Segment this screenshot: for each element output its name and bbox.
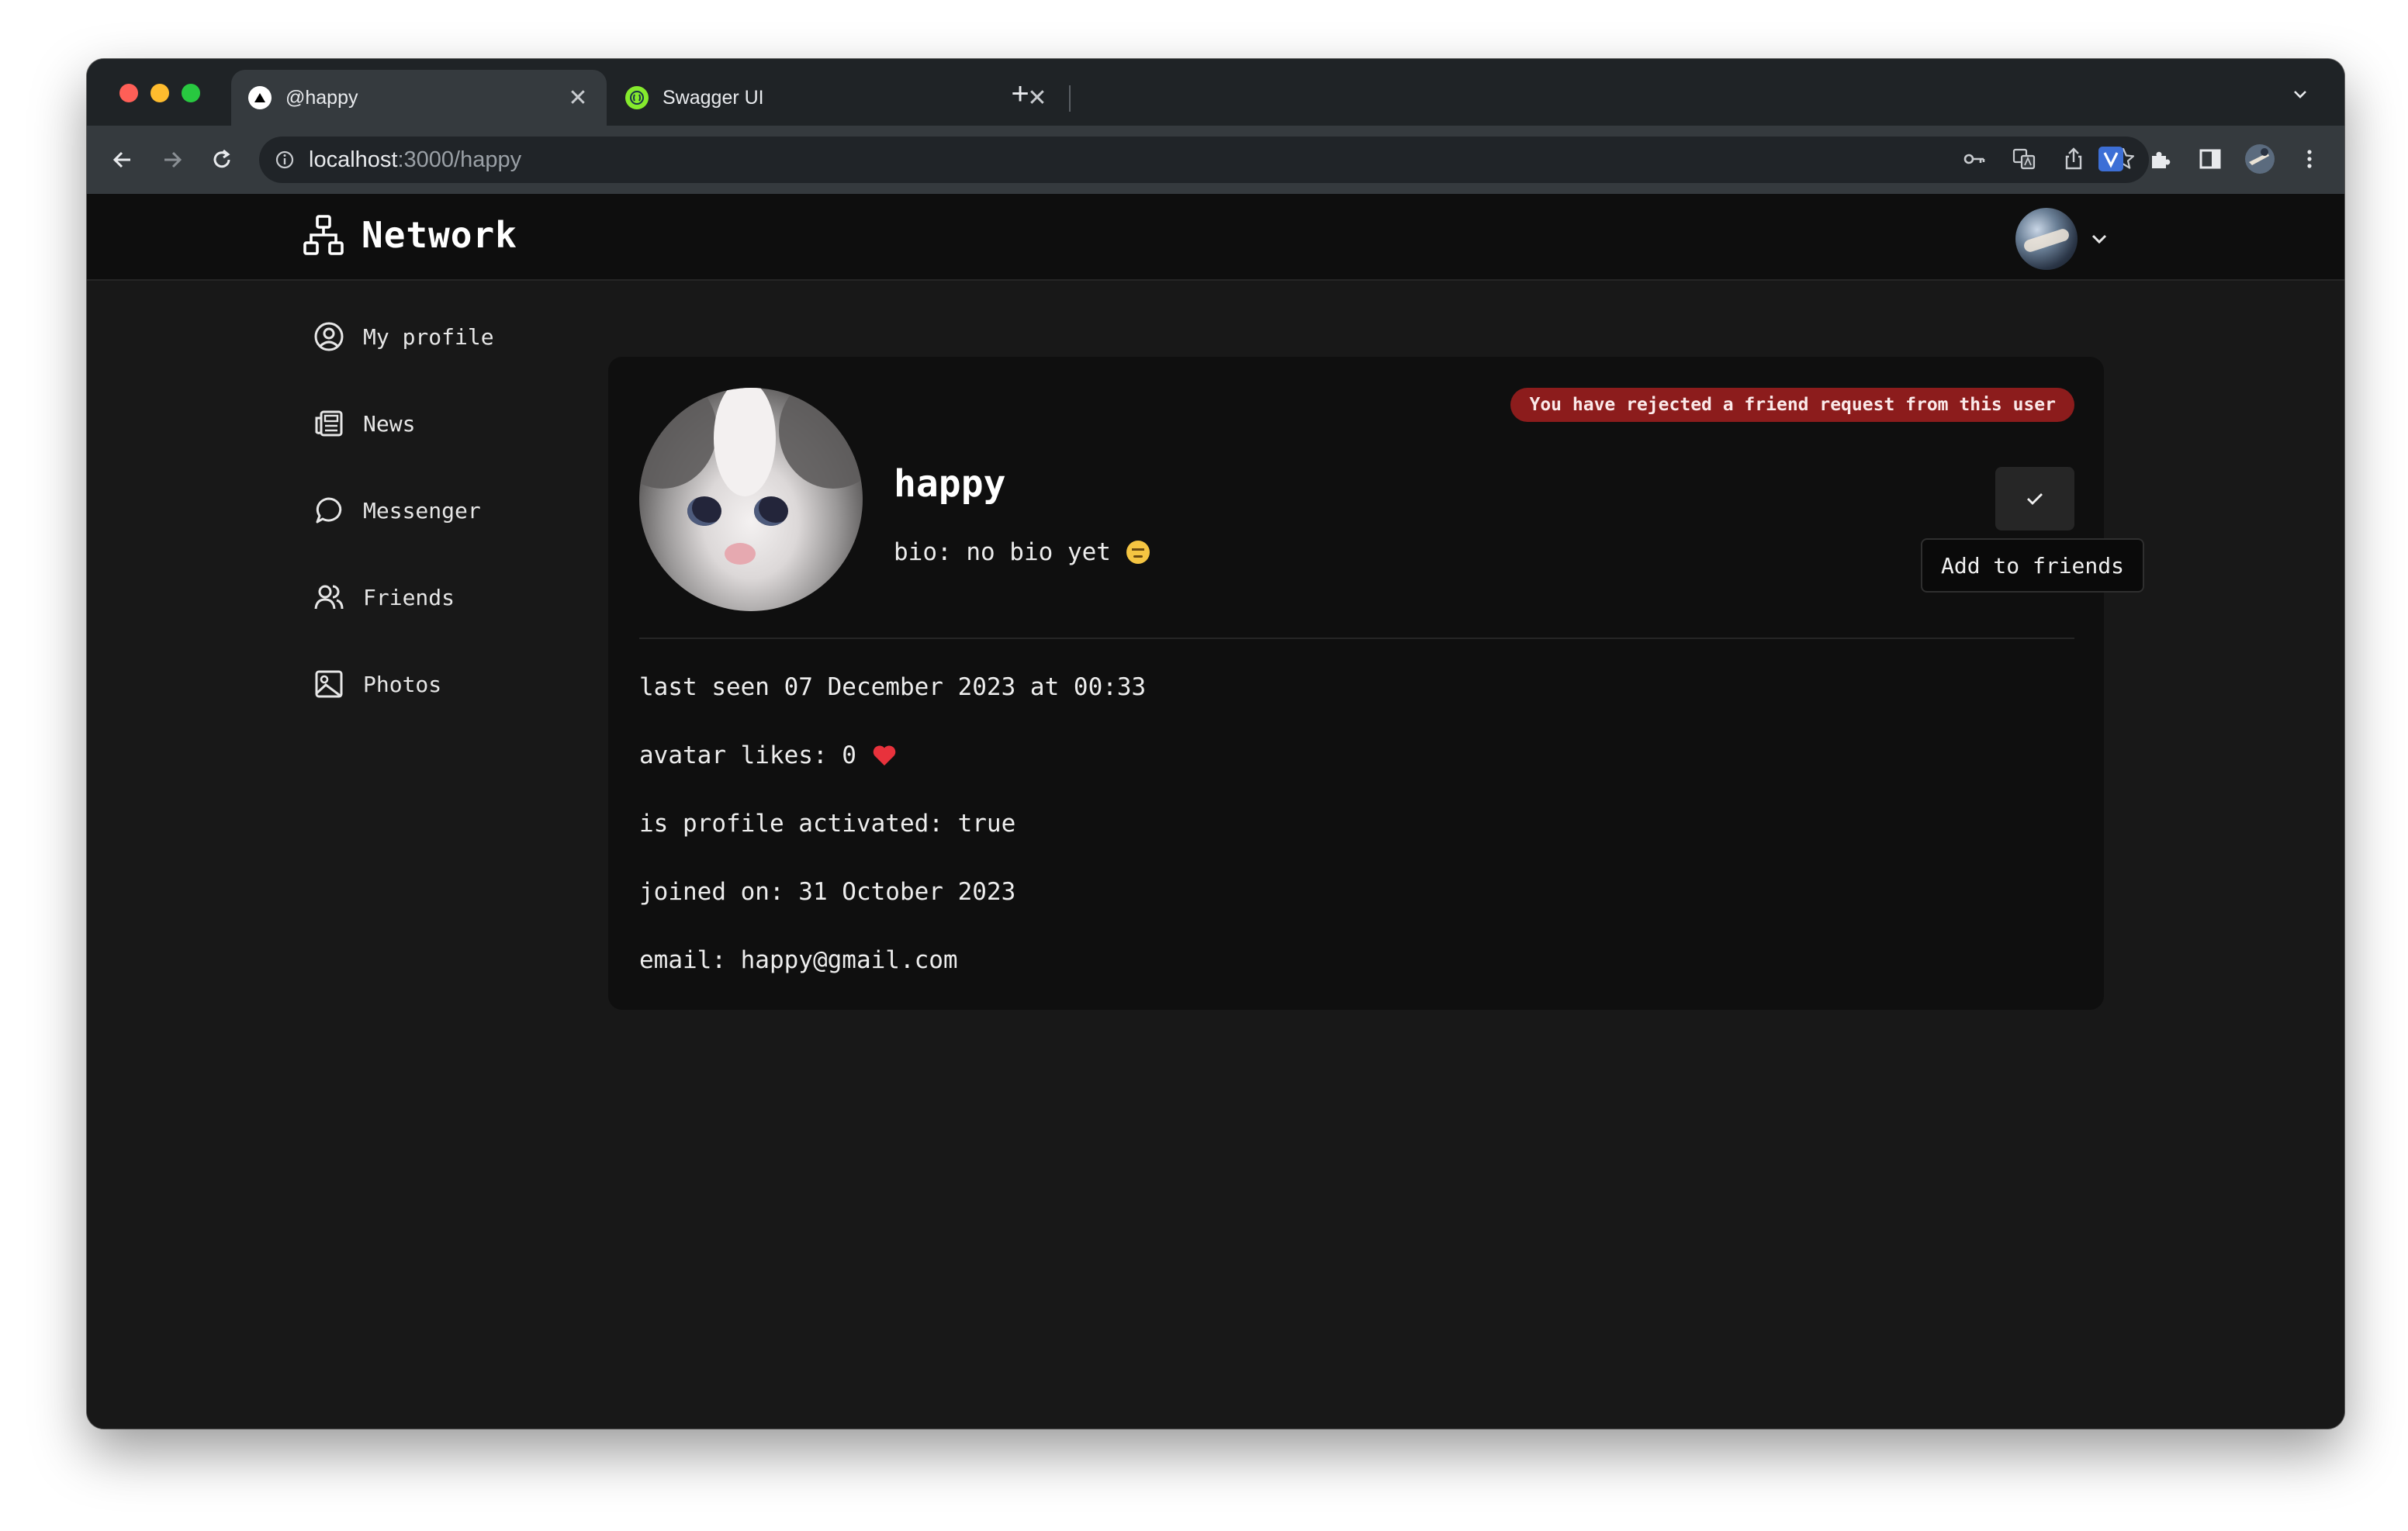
profile-activated: is profile activated: true bbox=[639, 810, 1016, 838]
network-icon bbox=[303, 215, 344, 255]
profile-bio: bio: no bio yet bbox=[894, 538, 1150, 566]
side-panel-icon[interactable] bbox=[2194, 141, 2226, 177]
new-tab-button[interactable]: + bbox=[1001, 74, 1040, 113]
brand-logo[interactable]: Network bbox=[303, 214, 517, 256]
browser-window: @happy ✕ Swagger UI ✕ + localhost:3000/h… bbox=[87, 59, 2344, 1429]
tab-title: Swagger UI bbox=[663, 86, 764, 109]
tab-happy[interactable]: @happy ✕ bbox=[231, 70, 607, 126]
minimize-window-button[interactable] bbox=[150, 84, 169, 102]
image-icon bbox=[315, 670, 343, 698]
close-window-button[interactable] bbox=[119, 84, 138, 102]
translate-icon[interactable] bbox=[2009, 144, 2039, 174]
add-to-friends-button[interactable] bbox=[1995, 467, 2074, 530]
sidebar-item-label: Friends bbox=[363, 584, 455, 610]
users-icon bbox=[314, 585, 344, 610]
tab-swagger[interactable]: Swagger UI ✕ bbox=[608, 70, 1066, 126]
site-info-icon[interactable] bbox=[273, 148, 296, 171]
tab-separator bbox=[1069, 85, 1071, 112]
status-badge: You have rejected a friend request from … bbox=[1510, 388, 2074, 422]
sidebar-item-my-profile[interactable]: My profile bbox=[313, 293, 593, 380]
sidebar-item-label: My profile bbox=[363, 323, 494, 350]
zoom-window-button[interactable] bbox=[182, 84, 200, 102]
last-seen: last seen 07 December 2023 at 00:33 bbox=[639, 673, 1147, 701]
url-text: localhost:3000/happy bbox=[309, 147, 522, 172]
app-header: Network bbox=[87, 194, 2344, 281]
chevron-down-icon[interactable] bbox=[2088, 228, 2110, 250]
password-key-icon[interactable] bbox=[1960, 144, 1989, 174]
brand-name: Network bbox=[362, 214, 517, 256]
user-avatar[interactable] bbox=[2015, 208, 2078, 270]
sidebar-item-label: News bbox=[363, 410, 416, 437]
heart-icon bbox=[873, 745, 896, 766]
avatar-likes: avatar likes: 0 bbox=[639, 721, 1146, 790]
browser-menu-icon[interactable] bbox=[2293, 141, 2326, 177]
tab-search-chevron-icon[interactable] bbox=[2287, 81, 2313, 107]
joined-date: joined on: 31 October 2023 bbox=[639, 878, 1016, 906]
profile-card: happy bio: no bio yet You have rejected … bbox=[608, 357, 2144, 1010]
swagger-icon bbox=[625, 86, 649, 109]
profile-details: last seen 07 December 2023 at 00:33 avat… bbox=[639, 653, 1146, 994]
sidebar-item-messenger[interactable]: Messenger bbox=[313, 467, 593, 554]
sidebar-item-label: Messenger bbox=[363, 497, 481, 524]
share-icon[interactable] bbox=[2059, 144, 2088, 174]
tab-strip: @happy ✕ Swagger UI ✕ + bbox=[87, 59, 2344, 126]
check-icon bbox=[2027, 493, 2043, 505]
profile-avatar[interactable] bbox=[639, 388, 863, 611]
close-tab-icon[interactable]: ✕ bbox=[566, 85, 590, 112]
forward-button[interactable] bbox=[154, 141, 191, 178]
tab-title: @happy bbox=[285, 86, 358, 109]
reload-button[interactable] bbox=[203, 141, 240, 178]
sidebar-item-photos[interactable]: Photos bbox=[313, 641, 593, 727]
extensions-puzzle-icon[interactable] bbox=[2144, 141, 2177, 177]
pensive-face-emoji-icon bbox=[1126, 541, 1150, 564]
user-circle-icon bbox=[314, 322, 344, 351]
profile-username: happy bbox=[894, 462, 1006, 506]
sidebar-item-label: Photos bbox=[363, 671, 442, 697]
user-menu[interactable] bbox=[2015, 208, 2110, 270]
back-button[interactable] bbox=[104, 141, 141, 178]
sidebar-item-news[interactable]: News bbox=[313, 380, 593, 467]
newspaper-icon bbox=[315, 410, 343, 437]
sidebar: My profile News Messenger Friends Photos bbox=[313, 293, 593, 727]
divider bbox=[639, 638, 2074, 639]
address-bar[interactable]: localhost:3000/happy bbox=[259, 137, 2149, 183]
app-page: Network My profile News Messenger Friend… bbox=[87, 194, 2344, 1429]
message-icon bbox=[316, 497, 342, 524]
sidebar-item-friends[interactable]: Friends bbox=[313, 554, 593, 641]
vercel-triangle-icon bbox=[248, 86, 272, 109]
v-extension-icon[interactable] bbox=[2095, 141, 2127, 177]
email: email: happy@gmail.com bbox=[639, 946, 958, 974]
browser-toolbar: localhost:3000/happy bbox=[87, 126, 2344, 194]
add-to-friends-tooltip: Add to friends bbox=[1920, 538, 2144, 593]
browser-profile-avatar[interactable] bbox=[2244, 141, 2276, 177]
